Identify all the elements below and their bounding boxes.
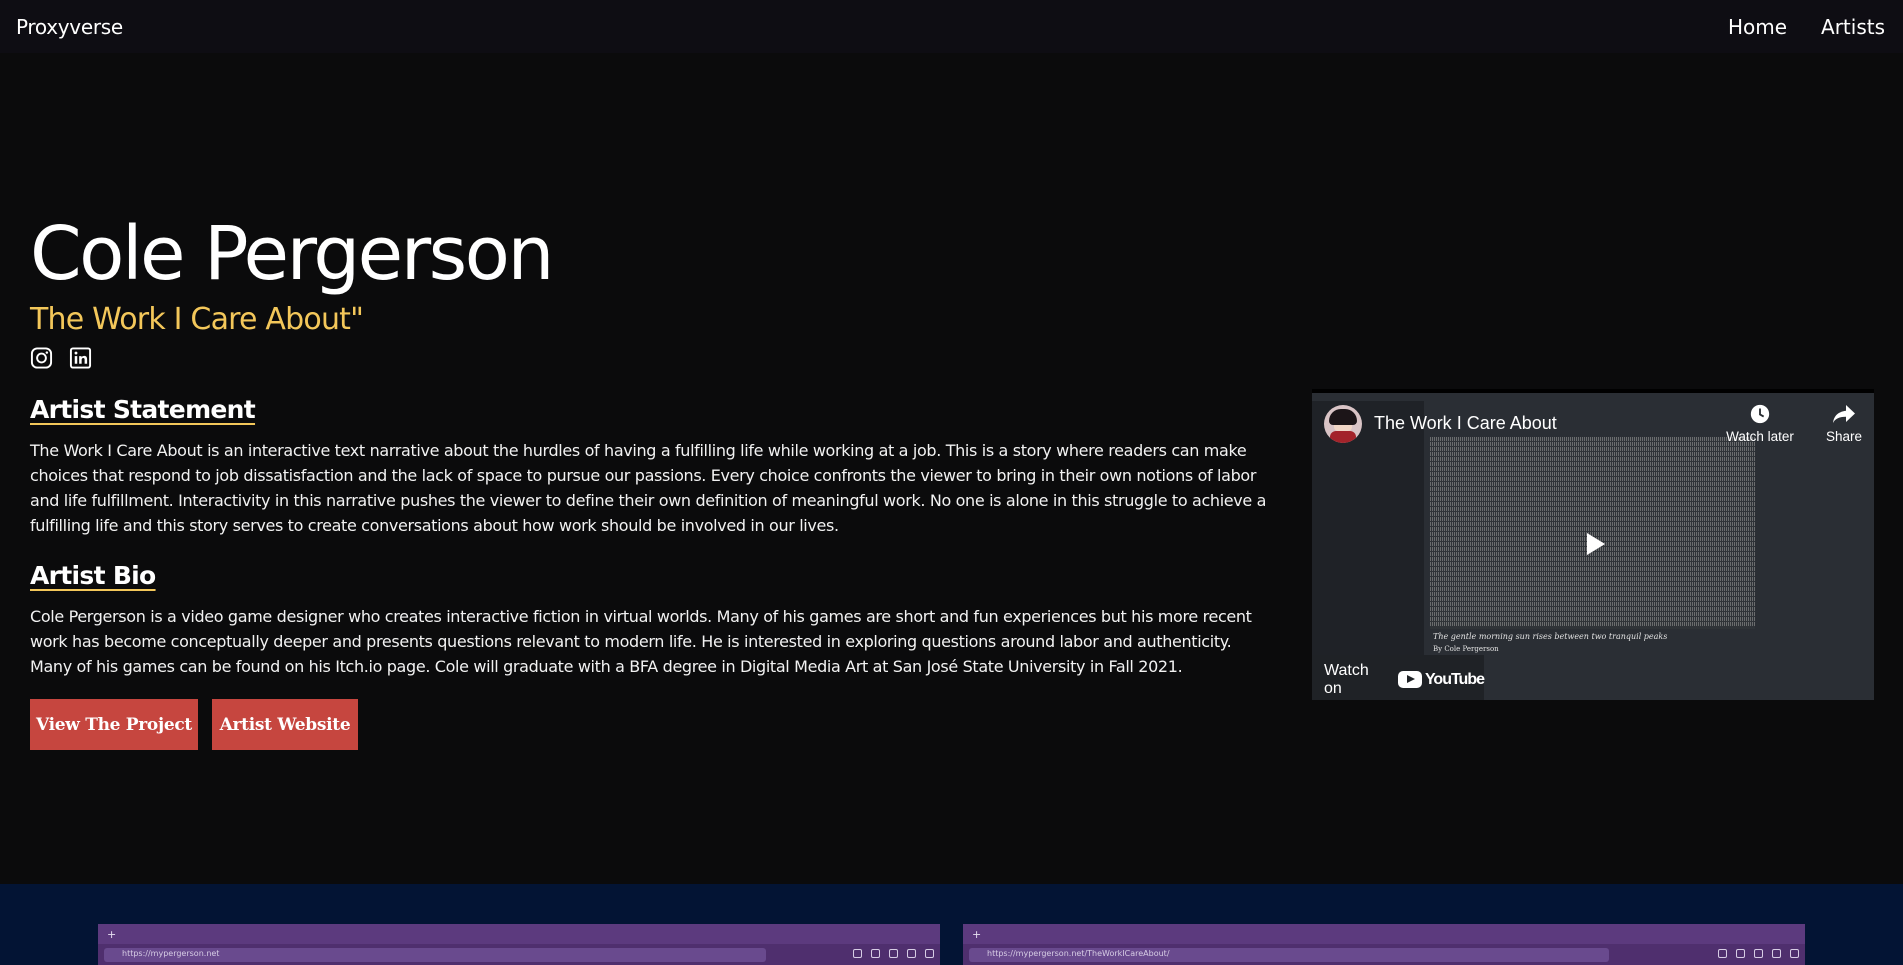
browser-tab-bar: + [963,924,1805,944]
browser-url-text: https://mypergerson.net/TheWorkICareAbou… [987,949,1170,958]
youtube-wordmark: YouTube [1424,670,1485,688]
watch-later-label: Watch later [1726,429,1794,444]
new-tab-icon: + [972,928,982,941]
brand-logo[interactable]: Proxyverse [16,15,123,39]
watch-on-label: Watch on [1324,661,1369,697]
youtube-embed[interactable]: The gentle morning sun rises between two… [1312,389,1874,700]
channel-avatar[interactable] [1324,405,1362,443]
artist-website-button[interactable]: Artist Website [212,699,358,750]
project-screenshot[interactable]: + https://mypergerson.net/TheWorkICareAb… [963,924,1805,965]
artist-statement-heading: Artist Statement [30,395,256,424]
artist-name: Cole Pergerson [30,211,554,297]
project-screenshot[interactable]: + https://mypergerson.net [98,924,940,965]
browser-url-bar: https://mypergerson.net [104,948,766,962]
new-tab-icon: + [107,928,117,941]
artist-bio-text: Cole Pergerson is a video game designer … [30,607,1252,676]
linkedin-icon[interactable] [69,346,92,370]
project-title: The Work I Care About" [30,302,364,337]
share-label: Share [1825,429,1863,444]
navbar: Proxyverse Home Artists [0,0,1903,53]
share-button[interactable]: Share [1824,401,1864,444]
artist-bio-heading: Artist Bio [30,561,156,590]
video-title[interactable]: The Work I Care About [1374,413,1557,434]
nav-link-home[interactable]: Home [1728,15,1787,39]
action-buttons: View The Project Artist Website [30,699,1270,750]
artist-hero: Cole Pergerson The Work I Care About" Ar… [30,210,1270,750]
video-frame-caption: The gentle morning sun rises between two… [1433,632,1668,641]
watch-later-button[interactable]: Watch later [1712,401,1808,444]
youtube-logo-icon: YouTube [1397,670,1485,689]
project-screenshots-section: + https://mypergerson.net + https://mype… [0,884,1903,965]
view-project-button[interactable]: View The Project [30,699,198,750]
instagram-icon[interactable] [30,346,53,370]
play-icon[interactable] [1576,526,1612,562]
nav-links: Home Artists [1728,15,1887,39]
browser-toolbar-icons [853,949,934,958]
video-frame-author: By Cole Pergerson [1433,645,1499,653]
clock-icon [1750,404,1770,424]
artist-statement-text: The Work I Care About is an interactive … [30,441,1267,535]
browser-toolbar-icons [1718,949,1799,958]
share-icon [1833,405,1855,423]
watch-on-youtube-button[interactable]: Watch on YouTube [1312,655,1485,700]
nav-link-artists[interactable]: Artists [1821,15,1885,39]
browser-url-bar: https://mypergerson.net/TheWorkICareAbou… [969,948,1609,962]
browser-url-text: https://mypergerson.net [122,949,220,958]
social-links [30,346,1270,372]
browser-tab-bar: + [98,924,940,944]
